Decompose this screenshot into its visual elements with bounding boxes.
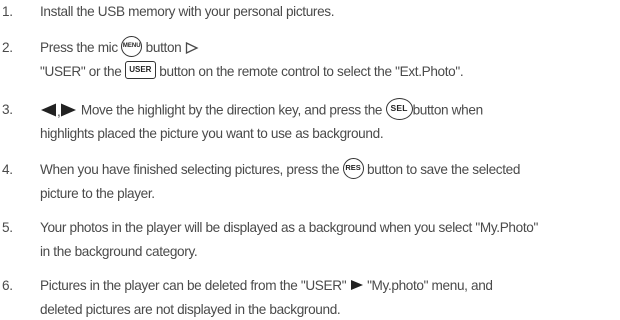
step-text: Press the mic [40, 40, 118, 56]
step-text: button to save the selected [367, 162, 521, 178]
sel-button-icon: SEL [385, 98, 413, 120]
step-text: picture to the player. [40, 186, 155, 201]
step-text: "USER" or the [40, 64, 122, 79]
step-text: Pictures in the player can be deleted fr… [40, 278, 347, 293]
step-number: 2. [2, 40, 13, 55]
step-text: When you have finished selecting picture… [40, 162, 340, 178]
step-line-1: Pictures in the player can be deleted fr… [40, 276, 493, 295]
step-line-1: When you have finished selecting picture… [40, 158, 521, 181]
step-text: Your photos in the player will be displa… [40, 220, 538, 235]
left-arrow-icon [41, 103, 56, 117]
step-text: deleted pictures are not displayed in th… [40, 302, 341, 317]
step-number: 6. [2, 278, 13, 293]
step-number: 3. [2, 102, 13, 117]
step-number: 5. [2, 220, 13, 235]
step-text: button [145, 40, 182, 56]
step-text: highlights placed the picture you want t… [40, 126, 384, 141]
right-arrow-icon [350, 280, 363, 291]
step-text: Install the USB memory with your persona… [40, 4, 335, 19]
step-text: "My.photo" menu, and [367, 278, 493, 293]
user-button-icon: USER [124, 61, 156, 80]
step-number: 4. [2, 162, 13, 177]
right-arrow-icon [61, 103, 77, 117]
step-number: 1. [2, 4, 13, 19]
step-line-1: Press the mic MENU button [40, 36, 199, 59]
step-line-2: "USER" or the USER button on the remote … [40, 61, 464, 81]
hollow-right-arrow-icon [185, 41, 199, 54]
instruction-page: 1. Install the USB memory with your pers… [0, 0, 620, 320]
step-text: button when [412, 102, 484, 118]
step-line-1: , Move the highlight by the direction ke… [40, 98, 484, 122]
step-text: Move the highlight by the direction key,… [80, 102, 383, 118]
step-text: in the background category. [40, 244, 198, 259]
step-text: button on the remote control to select t… [159, 64, 464, 79]
res-button-icon: RES [342, 158, 364, 179]
menu-button-icon: MENU [121, 36, 143, 57]
